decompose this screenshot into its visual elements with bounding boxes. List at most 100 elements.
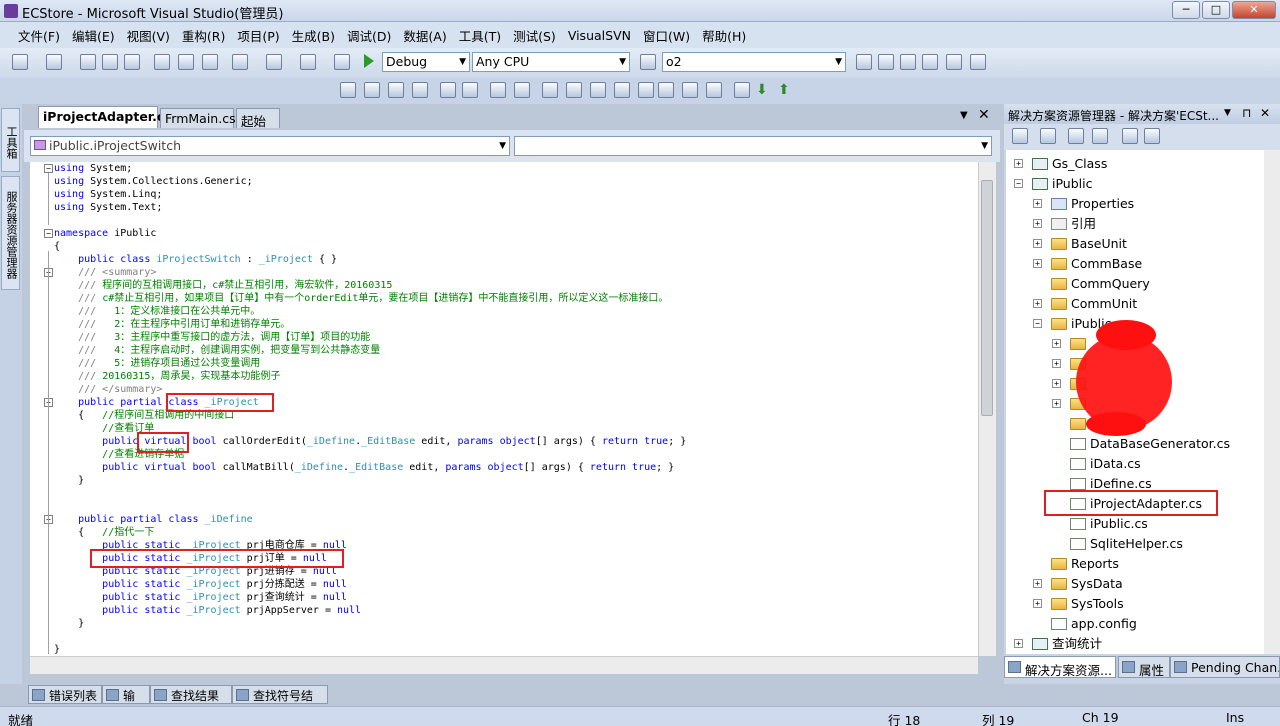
menu-data[interactable]: 数据(A) <box>397 26 452 45</box>
svn-icon[interactable] <box>734 82 750 98</box>
tree-scrollbar[interactable] <box>1264 150 1280 654</box>
collapse-icon[interactable]: − <box>1033 319 1042 328</box>
undo-icon[interactable] <box>232 54 248 70</box>
object-browser-icon[interactable] <box>900 54 916 70</box>
minimize-button[interactable]: ─ <box>1172 1 1200 19</box>
expand-icon[interactable]: + <box>1033 199 1042 208</box>
redo-icon[interactable] <box>266 54 282 70</box>
menu-debug[interactable]: 调试(D) <box>341 26 397 45</box>
expand-icon[interactable]: + <box>1033 259 1042 268</box>
tab-start-page[interactable]: 起始页 <box>236 108 280 148</box>
tab-output[interactable]: 输出 <box>102 685 150 720</box>
navigate-icon[interactable] <box>300 54 316 70</box>
arrow-up-icon[interactable]: ⬆ <box>778 82 790 98</box>
tab-find-symbol-results[interactable]: 查找符号结果 <box>232 685 328 720</box>
toolbox-icon[interactable] <box>922 54 938 70</box>
expand-icon[interactable]: + <box>1033 219 1042 228</box>
toggle-bookmark-icon[interactable] <box>542 82 558 98</box>
start-debug-icon[interactable] <box>364 54 374 68</box>
quick-info-icon[interactable] <box>388 82 404 98</box>
code-editor[interactable]: using System; using System.Collections.Ge… <box>30 162 978 656</box>
close-panel-icon[interactable]: ✕ <box>1260 106 1270 120</box>
navigate-forward-icon[interactable] <box>334 54 350 70</box>
menu-file[interactable]: 文件(F) <box>12 26 66 45</box>
tab-iprojectadapter[interactable]: iProjectAdapter.cs <box>38 106 172 128</box>
open-file-icon[interactable] <box>80 54 96 70</box>
platform-select[interactable]: Any CPU ▼ <box>472 52 630 72</box>
find-in-files-icon[interactable] <box>640 54 656 70</box>
server-explorer-tab[interactable]: 服务器资源管理器 <box>1 176 20 290</box>
view-code-icon[interactable] <box>1092 128 1108 144</box>
next-bookmark-folder-icon[interactable] <box>638 82 654 98</box>
copy-icon[interactable] <box>178 54 194 70</box>
add-item-icon[interactable] <box>46 54 62 70</box>
next-bookmark-doc-icon[interactable] <box>682 82 698 98</box>
properties-icon[interactable] <box>878 54 894 70</box>
previous-bookmark-icon[interactable] <box>566 82 582 98</box>
properties-icon[interactable] <box>1012 128 1028 144</box>
tab-error-list[interactable]: 错误列表 <box>28 685 102 704</box>
expand-icon[interactable]: + <box>1052 399 1061 408</box>
complete-word-icon[interactable] <box>412 82 428 98</box>
expand-icon[interactable]: + <box>1033 299 1042 308</box>
scroll-thumb[interactable] <box>981 180 993 416</box>
menu-view[interactable]: 视图(V) <box>121 26 176 45</box>
collapse-icon[interactable]: − <box>44 164 53 173</box>
refresh-icon[interactable] <box>1068 128 1084 144</box>
expand-icon[interactable]: + <box>1014 159 1023 168</box>
comment-out-icon[interactable] <box>490 82 506 98</box>
member-dropdown[interactable]: ▼ <box>514 136 992 156</box>
tab-list-dropdown-icon[interactable]: ▼ <box>960 110 968 121</box>
expand-icon[interactable]: + <box>1052 359 1061 368</box>
view-designer-icon[interactable] <box>1122 128 1138 144</box>
collapse-icon[interactable]: − <box>44 229 53 238</box>
tab-solution-explorer[interactable]: 解决方案资源... <box>1004 656 1116 678</box>
expand-icon[interactable]: + <box>1033 239 1042 248</box>
close-button[interactable]: ✕ <box>1232 1 1276 19</box>
expand-icon[interactable]: + <box>1052 339 1061 348</box>
command-window-icon[interactable] <box>970 54 986 70</box>
menu-edit[interactable]: 编辑(E) <box>66 26 121 45</box>
paste-icon[interactable] <box>202 54 218 70</box>
next-bookmark-icon[interactable] <box>590 82 606 98</box>
menu-window[interactable]: 窗口(W) <box>637 26 696 45</box>
solution-explorer-icon[interactable] <box>856 54 872 70</box>
start-page-icon[interactable] <box>946 54 962 70</box>
menu-help[interactable]: 帮助(H) <box>696 26 752 45</box>
increase-indent-icon[interactable] <box>462 82 478 98</box>
prev-bookmark-doc-icon[interactable] <box>658 82 674 98</box>
editor-vertical-scrollbar[interactable] <box>978 162 996 656</box>
menu-project[interactable]: 项目(P) <box>231 26 285 45</box>
menu-test[interactable]: 测试(S) <box>507 26 562 45</box>
collapse-icon[interactable]: − <box>1014 179 1023 188</box>
cut-icon[interactable] <box>154 54 170 70</box>
expand-icon[interactable]: + <box>1014 639 1023 648</box>
tab-pending-changes[interactable]: Pending Chan... <box>1170 656 1280 678</box>
arrow-down-icon[interactable]: ⬇ <box>756 82 768 98</box>
save-all-icon[interactable] <box>124 54 140 70</box>
toolbox-tab[interactable]: 工具箱 <box>1 108 20 172</box>
close-document-icon[interactable]: ✕ <box>978 107 990 123</box>
menu-refactor[interactable]: 重构(R) <box>176 26 231 45</box>
clear-bookmarks-icon[interactable] <box>706 82 722 98</box>
tab-properties[interactable]: 属性 <box>1118 656 1170 678</box>
new-project-icon[interactable] <box>12 54 28 70</box>
type-dropdown[interactable]: iPublic.iProjectSwitch ▼ <box>30 136 510 156</box>
editor-horizontal-scrollbar[interactable] <box>30 656 978 674</box>
decrease-indent-icon[interactable] <box>440 82 456 98</box>
prev-bookmark-folder-icon[interactable] <box>614 82 630 98</box>
window-position-icon[interactable]: ▼ <box>1224 108 1231 118</box>
save-icon[interactable] <box>102 54 118 70</box>
display-object-member-icon[interactable] <box>340 82 356 98</box>
maximize-button[interactable]: □ <box>1202 1 1230 19</box>
tab-find-results[interactable]: 查找结果 1 <box>150 685 232 718</box>
expand-icon[interactable]: + <box>1033 579 1042 588</box>
uncomment-icon[interactable] <box>514 82 530 98</box>
menu-tools[interactable]: 工具(T) <box>453 26 507 45</box>
configuration-select[interactable]: Debug ▼ <box>382 52 470 72</box>
class-diagram-icon[interactable] <box>1144 128 1160 144</box>
show-all-files-icon[interactable] <box>1040 128 1056 144</box>
menu-build[interactable]: 生成(B) <box>286 26 341 45</box>
expand-icon[interactable]: + <box>1033 599 1042 608</box>
menu-visualsvn[interactable]: VisualSVN <box>562 28 637 43</box>
